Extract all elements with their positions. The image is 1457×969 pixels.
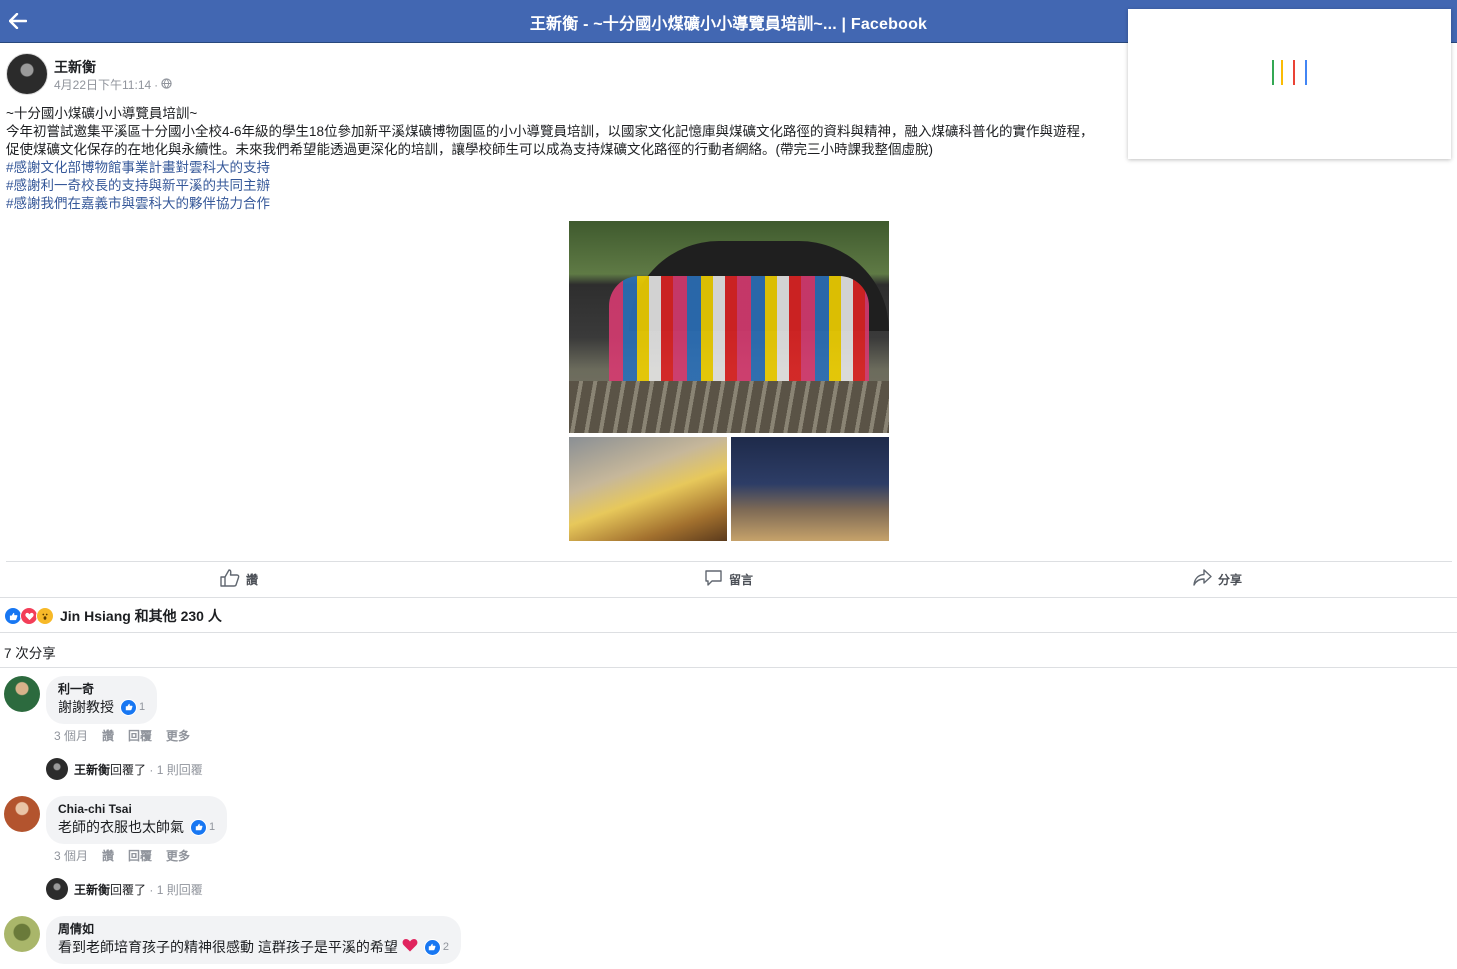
like-reaction-icon — [120, 698, 137, 716]
comment-text: 老師的衣服也太帥氣 — [58, 819, 184, 835]
reply-count: · 1 則回覆 — [146, 882, 203, 897]
photo-classroom-2[interactable] — [731, 437, 889, 541]
divider — [6, 561, 1452, 562]
comment-text: 謝謝教授 — [58, 699, 114, 715]
share-arrow-icon — [1193, 569, 1212, 589]
comment-more-link[interactable]: 更多 — [166, 727, 190, 744]
comment-like-link[interactable]: 讚 — [102, 847, 114, 864]
like-button[interactable]: 讚 — [220, 569, 258, 590]
commenter-avatar[interactable] — [4, 916, 40, 952]
reply-author: 王新衡 — [74, 762, 111, 777]
post-line: 促使煤礦文化保存的在地化與永續性。未來我們希望能透過更深化的培訓，讓學校師生可以… — [6, 142, 933, 157]
reply-author: 王新衡 — [74, 882, 111, 897]
commenter-name[interactable]: 利一奇 — [58, 681, 145, 697]
photo-group-kids[interactable] — [569, 221, 889, 433]
hashtag-link[interactable]: #感謝利一奇校長的支持與新平溪的共同主辦 — [6, 177, 1136, 195]
comment-bubble: 利一奇 謝謝教授 1 — [46, 676, 158, 724]
comment-label: 留言 — [729, 573, 754, 587]
reply-verb: 回覆了 — [110, 762, 147, 777]
comment-bubble-icon — [704, 569, 723, 590]
author-name[interactable]: 王新衡 — [54, 57, 96, 77]
comment-like-count[interactable]: 2 — [423, 937, 450, 957]
post-meta: 4月22日下午11:14 · — [54, 76, 172, 93]
comment-button[interactable]: 留言 — [704, 569, 753, 590]
reply-summary[interactable]: 王新衡回覆了 · 1 則回覆 — [46, 758, 203, 780]
comment-bubble: 周倩如 看到老師培育孩子的精神很感動 這群孩子是平溪的希望 2 — [46, 916, 462, 964]
comment-more-link[interactable]: 更多 — [166, 847, 190, 864]
hashtag-link[interactable]: #感謝文化部博物館事業計畫對雲科大的支持 — [6, 159, 1136, 177]
divider — [0, 632, 1457, 633]
comment-reply-link[interactable]: 回覆 — [128, 727, 152, 744]
reactions-count: Jin Hsiang 和其他 230 人 — [60, 608, 222, 624]
commenter-name[interactable]: Chia-chi Tsai — [58, 801, 215, 817]
like-label: 讚 — [246, 573, 259, 587]
comment-time[interactable]: 3 個月 — [54, 727, 88, 744]
like-count-number: 1 — [209, 821, 216, 833]
globe-icon — [161, 77, 172, 92]
reply-verb: 回覆了 — [110, 882, 147, 897]
comment-text: 看到老師培育孩子的精神很感動 這群孩子是平溪的希望 — [58, 939, 398, 955]
reply-avatar — [46, 878, 68, 900]
like-count-number: 1 — [139, 701, 146, 713]
meta-separator: · — [154, 77, 159, 92]
photo-classroom-1[interactable] — [569, 437, 727, 541]
reply-avatar — [46, 758, 68, 780]
reply-count: · 1 則回覆 — [146, 762, 203, 777]
comment-like-count[interactable]: 1 — [190, 817, 215, 837]
post-timestamp[interactable]: 4月22日下午11:14 — [54, 76, 151, 93]
comment-actions: 3 個月 讚 回覆 更多 — [54, 727, 190, 744]
comment-reply-link[interactable]: 回覆 — [128, 847, 152, 864]
divider — [0, 667, 1457, 668]
comment-time[interactable]: 3 個月 — [54, 847, 88, 864]
commenter-avatar[interactable] — [4, 796, 40, 832]
comment-bubble: Chia-chi Tsai 老師的衣服也太帥氣 1 — [46, 796, 228, 844]
comment-like-link[interactable]: 讚 — [102, 727, 114, 744]
share-label: 分享 — [1218, 572, 1243, 587]
like-reaction-icon — [423, 938, 441, 956]
post-line: 今年初嘗試邀集平溪區十分國小全校4-6年級的學生18位參加新平溪煤礦博物園區的小… — [6, 124, 1094, 139]
thumbs-up-icon — [220, 569, 240, 590]
post-line: ~十分國小煤礦小小導覽員培訓~ — [6, 106, 198, 121]
share-button[interactable]: 分享 — [1193, 569, 1242, 589]
commenter-avatar[interactable] — [4, 676, 40, 712]
loading-panel — [1128, 9, 1451, 159]
author-avatar[interactable] — [6, 53, 48, 95]
like-reaction-icon — [190, 818, 207, 836]
reply-summary[interactable]: 王新衡回覆了 · 1 則回覆 — [46, 878, 203, 900]
hashtag-link[interactable]: #感謝我們在嘉義市與雲科大的夥伴協力合作 — [6, 195, 1136, 213]
action-bar: 讚 留言 分享 — [6, 563, 1452, 597]
heart-emoji-icon — [402, 937, 418, 957]
wow-reaction-icon — [36, 607, 54, 625]
comment-actions: 3 個月 讚 回覆 更多 — [54, 847, 190, 864]
reactions-summary[interactable]: Jin Hsiang 和其他 230 人 — [4, 606, 222, 626]
like-count-number: 2 — [442, 941, 450, 953]
commenter-name[interactable]: 周倩如 — [58, 921, 449, 937]
share-count[interactable]: 7 次分享 — [4, 642, 56, 662]
post-text: ~十分國小煤礦小小導覽員培訓~ 今年初嘗試邀集平溪區十分國小全校4-6年級的學生… — [6, 105, 1136, 213]
divider — [0, 597, 1457, 598]
comment-like-count[interactable]: 1 — [120, 697, 145, 717]
